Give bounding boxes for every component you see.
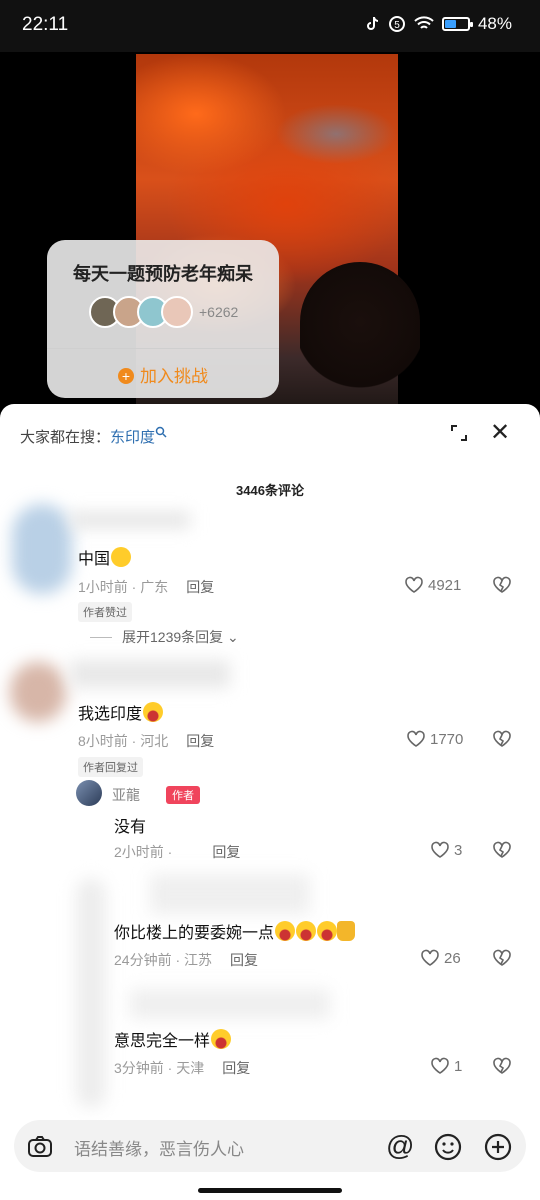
search-keyword[interactable]: 东印度 [110,429,155,446]
heart-icon [431,1057,449,1074]
home-indicator[interactable] [198,1188,342,1193]
camera-icon[interactable] [26,1132,54,1160]
battery-percent: 48% [477,14,512,33]
emoji-icon[interactable] [433,1132,463,1162]
like-button[interactable]: 26 [420,949,461,967]
expand-replies-button[interactable]: 展开1239条回复 ⌄ [90,627,239,647]
author-liked-tag: 作者赞过 [78,602,132,622]
username[interactable] [70,512,190,528]
tiktok-icon [367,16,379,30]
reply-button[interactable]: 回复 [186,579,214,595]
heart-icon [421,949,439,966]
like-button[interactable]: 3 [430,841,462,859]
search-prefix: 大家都在搜： [20,429,111,446]
like-count: 4921 [428,576,462,594]
like-button[interactable]: 1770 [406,730,463,748]
data-saver-icon: 5 [388,16,405,32]
fullscreen-icon[interactable] [450,424,468,442]
like-button[interactable]: 4921 [404,576,461,594]
divider [47,348,279,349]
reply-button[interactable]: 回复 [230,952,258,968]
comment-text: 中国 [78,545,132,569]
comment-text: 我选印度 [78,700,164,724]
comment-count: 3446条评论 [236,483,304,498]
username[interactable] [150,874,310,914]
reply-text: 意思完全一样 [114,1027,232,1051]
avatar[interactable] [10,662,66,722]
avatar[interactable] [76,780,102,806]
heart-icon [407,730,425,747]
video-player[interactable]: 每天一题预防老年痴呆 +6262 + 加入挑战 [0,52,540,412]
reply-button[interactable]: 回复 [186,733,214,749]
comment-input-bar[interactable]: 语结善缘，恶言伤人心 @ [14,1120,526,1172]
like-count: 1 [454,1057,463,1075]
avatar[interactable] [12,504,72,594]
comment-sheet: 大家都在搜：东印度 ✕ 3446条评论 中国 1小时前 · 广东 回复 作者赞过 … [0,404,540,1200]
laugh-emoji-icon [275,921,296,941]
reply-meta: 24分钟前 · 江苏 回复 [114,952,259,968]
heart-icon [405,576,423,593]
thumbs-up-emoji-icon [337,921,356,941]
mention-icon[interactable]: @ [386,1130,414,1162]
search-icon [155,426,167,438]
comment-input[interactable]: 语结善缘，恶言伤人心 [74,1135,244,1160]
smile-emoji-icon [111,547,132,567]
laugh-emoji-icon [143,702,164,722]
like-count: 1770 [430,730,464,748]
reply-meta: 3分钟前 · 天津 回复 [114,1060,251,1076]
like-count: 3 [454,841,463,859]
avatar [161,296,193,328]
reply-button[interactable]: 回复 [222,1060,250,1076]
challenge-card[interactable]: 每天一题预防老年痴呆 +6262 + 加入挑战 [47,240,279,398]
wifi-icon [414,16,434,29]
status-bar: 22:11 5 48% [0,0,540,52]
laugh-emoji-icon [296,921,317,941]
dislike-icon[interactable] [492,949,512,967]
join-label: 加入挑战 [140,367,208,386]
join-challenge-button[interactable]: + 加入挑战 [47,362,279,387]
comment-meta: 1小时前 · 广东 回复 [78,579,215,595]
battery-icon [441,17,473,31]
reply-text: 没有 [114,819,147,836]
author-badge: 作者 [166,786,200,804]
dislike-icon[interactable] [492,576,512,594]
tree-silhouette [300,262,420,412]
reply-meta: 2小时前 · 回复 [114,844,241,860]
add-icon[interactable] [483,1132,513,1162]
reply-username[interactable]: 亚龍 [112,785,140,805]
like-count: 26 [444,949,461,967]
username[interactable] [130,989,330,1019]
username[interactable] [70,660,230,688]
reply-text: 你比楼上的要委婉一点 [114,919,356,943]
author-replied-tag: 作者回复过 [78,757,143,777]
close-icon[interactable]: ✕ [490,421,510,445]
chevron-down-icon: ⌄ [227,629,239,645]
participant-avatars [89,296,193,328]
heart-icon [431,841,449,858]
challenge-title: 每天一题预防老年痴呆 [73,264,253,284]
laugh-emoji-icon [317,921,338,941]
comment-meta: 8小时前 · 河北 回复 [78,733,215,749]
participant-count: +6262 [199,304,239,320]
clock: 22:11 [22,14,69,35]
like-button[interactable]: 1 [430,1057,462,1075]
dislike-icon[interactable] [492,841,512,859]
dislike-icon[interactable] [492,730,512,748]
plus-icon: + [118,368,134,384]
dislike-icon[interactable] [492,1057,512,1075]
svg-text:5: 5 [394,20,400,31]
avatar[interactable] [76,878,106,1108]
laugh-emoji-icon [211,1029,232,1049]
status-icons: 5 48% [366,14,512,34]
search-suggestion[interactable]: 大家都在搜：东印度 [20,426,167,447]
reply-button[interactable]: 回复 [212,844,240,860]
